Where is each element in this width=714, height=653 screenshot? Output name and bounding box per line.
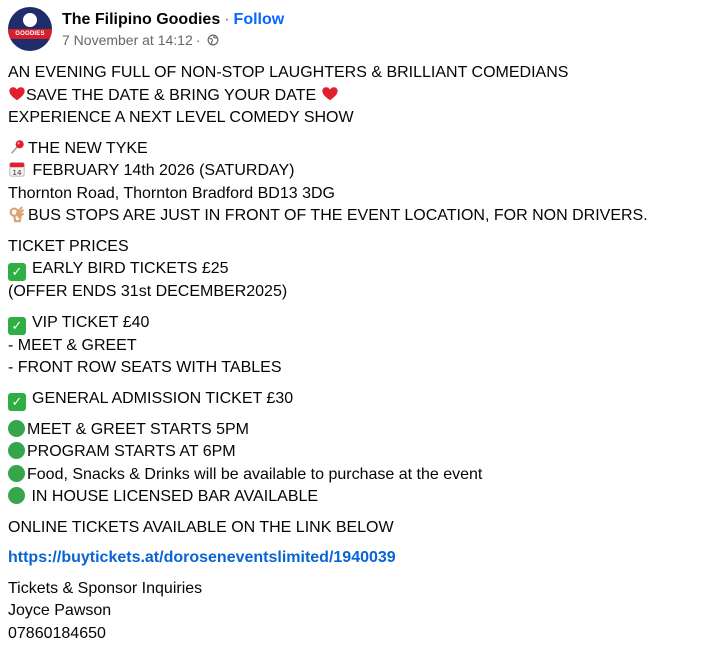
vip-perk: - MEET & GREET: [8, 336, 137, 354]
intro-line: AN EVENING FULL OF NON-STOP LAUGHTERS & …: [8, 64, 569, 81]
experience-line: EXPERIENCE A NEXT LEVEL COMEDY SHOW: [8, 109, 354, 126]
event-date-line: 14 FEBRUARY 14th 2026 (SATURDAY): [8, 160, 708, 183]
contact-phone: 07860184650: [8, 624, 106, 642]
page-name-link[interactable]: The Filipino Goodies: [62, 10, 220, 30]
post-body: AN EVENING FULL OF NON-STOP LAUGHTERS & …: [8, 62, 708, 653]
post-timestamp[interactable]: 7 November at 14:12: [62, 31, 193, 49]
venue-name-line: THE NEW TYKE: [8, 138, 708, 161]
event-date: FEBRUARY 14th 2026 (SATURDAY): [32, 162, 295, 179]
red-heart-icon: [321, 86, 338, 100]
green-circle-icon: [8, 464, 25, 482]
globe-icon[interactable]: [207, 34, 219, 46]
page-avatar[interactable]: GOODIES: [8, 7, 52, 51]
post-header: GOODIES The Filipino Goodies · Follow 7 …: [8, 6, 284, 52]
venue-address: Thornton Road, Thornton Bradford BD13 3D…: [8, 184, 335, 202]
vip-line: ✓ VIP TICKET £40: [8, 312, 708, 335]
ticket-prices-heading: TICKET PRICES: [8, 237, 129, 255]
bus-note-line: BUS STOPS ARE JUST IN FRONT OF THE EVENT…: [8, 205, 708, 228]
venue-paragraph: THE NEW TYKE 14 FEBRUARY 14th 2026 (SATU…: [8, 138, 708, 228]
green-circle-icon: [8, 419, 25, 437]
schedule-item: PROGRAM STARTS AT 6PM: [8, 441, 708, 464]
check-mark-icon: ✓: [8, 316, 26, 335]
general-admission-paragraph: ✓ GENERAL ADMISSION TICKET £30: [8, 388, 708, 411]
save-the-date-text: SAVE THE DATE & BRING YOUR DATE: [26, 86, 317, 104]
title-row: The Filipino Goodies · Follow: [62, 10, 284, 30]
schedule-paragraph: MEET & GREET STARTS 5PM PROGRAM STARTS A…: [8, 419, 708, 509]
bus-note: BUS STOPS ARE JUST IN FRONT OF THE EVENT…: [28, 207, 648, 224]
venue-name: THE NEW TYKE: [28, 139, 148, 157]
avatar-logo-text: GOODIES: [15, 31, 45, 37]
pushpin-icon: [11, 139, 24, 154]
timestamp-separator: ·: [195, 31, 201, 48]
vip-perk: - FRONT ROW SEATS WITH TABLES: [8, 359, 282, 376]
red-heart-icon: [9, 86, 25, 100]
schedule-item: Food, Snacks & Drinks will be available …: [8, 464, 708, 487]
ticket-prices-paragraph: TICKET PRICES ✓ EARLY BIRD TICKETS £25 (O…: [8, 236, 708, 304]
early-bird-price: EARLY BIRD TICKETS £25: [32, 260, 229, 277]
post-meta: The Filipino Goodies · Follow 7 November…: [62, 10, 284, 49]
contact-name: Joyce Pawson: [8, 602, 112, 619]
facebook-post: GOODIES The Filipino Goodies · Follow 7 …: [0, 0, 714, 649]
save-the-date-line: SAVE THE DATE & BRING YOUR DATE: [8, 85, 708, 108]
check-mark-icon: ✓: [8, 392, 26, 411]
schedule-item: MEET & GREET STARTS 5PM: [8, 419, 708, 442]
online-tickets-note: ONLINE TICKETS AVAILABLE ON THE LINK BEL…: [8, 518, 394, 536]
green-circle-icon: [8, 487, 25, 504]
ticket-link[interactable]: https://buytickets.at/doroseneventslimit…: [8, 547, 708, 570]
schedule-text: Food, Snacks & Drinks will be available …: [27, 465, 483, 483]
vip-price: VIP TICKET £40: [32, 313, 150, 331]
general-admission-price: GENERAL ADMISSION TICKET £30: [32, 389, 294, 407]
vip-paragraph: ✓ VIP TICKET £40 - MEET & GREET - FRONT R…: [8, 312, 708, 380]
schedule-text: PROGRAM STARTS AT 6PM: [27, 443, 236, 460]
svg-text:14: 14: [12, 168, 22, 177]
online-note-paragraph: ONLINE TICKETS AVAILABLE ON THE LINK BEL…: [8, 517, 708, 540]
title-separator: ·: [224, 10, 230, 28]
follow-button[interactable]: Follow: [234, 10, 285, 30]
early-bird-note: (OFFER ENDS 31st DECEMBER2025): [8, 283, 288, 300]
intro-paragraph: AN EVENING FULL OF NON-STOP LAUGHTERS & …: [8, 62, 708, 130]
logo-icon: [23, 13, 37, 27]
contact-paragraph: Tickets & Sponsor Inquiries Joyce Pawson…: [8, 578, 708, 646]
schedule-text: MEET & GREET STARTS 5PM: [27, 420, 249, 438]
contact-heading: Tickets & Sponsor Inquiries: [8, 579, 203, 597]
check-mark-icon: ✓: [8, 263, 26, 281]
timestamp-row: 7 November at 14:12 ·: [62, 31, 284, 49]
general-admission-line: ✓ GENERAL ADMISSION TICKET £30: [8, 388, 708, 411]
early-bird-line: ✓ EARLY BIRD TICKETS £25: [8, 258, 708, 281]
schedule-item: IN HOUSE LICENSED BAR AVAILABLE: [8, 486, 708, 509]
ok-hand-icon: [9, 206, 24, 223]
green-circle-icon: [8, 442, 25, 459]
calendar-icon: 14: [9, 162, 25, 177]
schedule-text: IN HOUSE LICENSED BAR AVAILABLE: [27, 488, 319, 505]
link-paragraph: https://buytickets.at/doroseneventslimit…: [8, 547, 708, 570]
